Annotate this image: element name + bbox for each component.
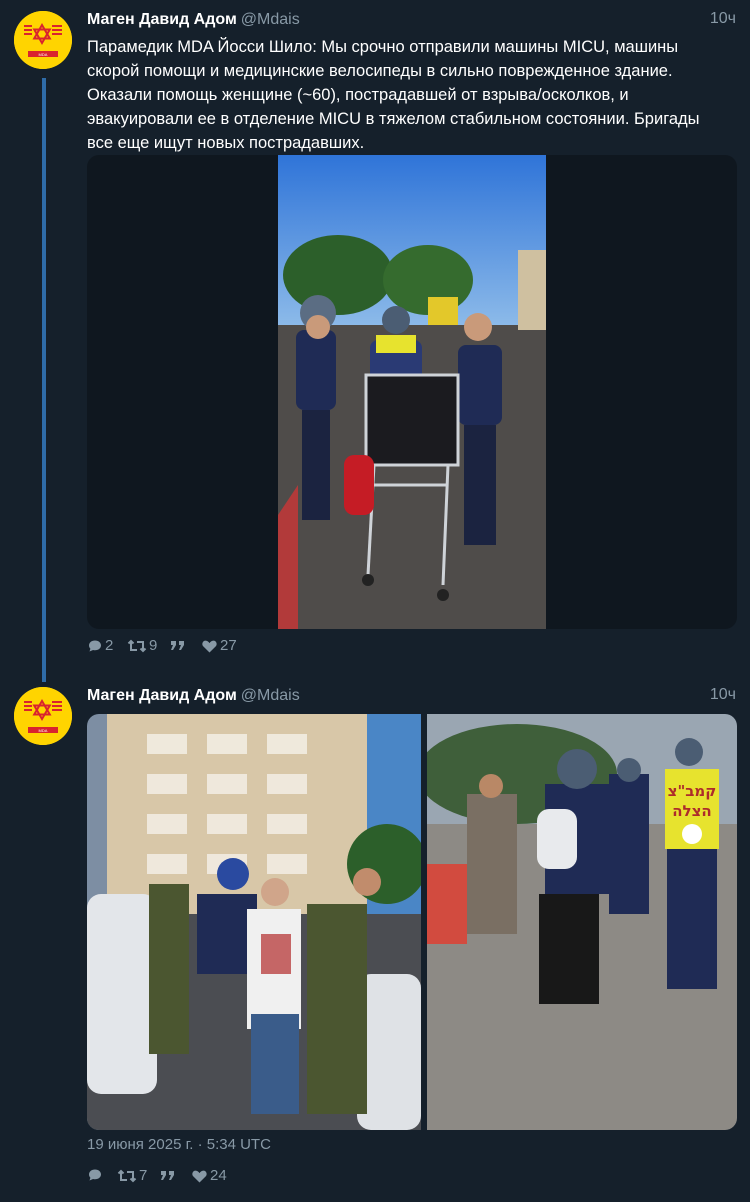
- quote-button[interactable]: [159, 1167, 177, 1183]
- vest-text-1: קמב"צ: [668, 782, 717, 800]
- tweet-media[interactable]: [87, 155, 737, 629]
- tweet-actions: 2 9 27: [87, 637, 727, 659]
- avatar[interactable]: MDA: [14, 687, 72, 745]
- heart-icon: [192, 1170, 207, 1182]
- tweet-text: Парамедик MDA Йосси Шило: Мы срочно отпр…: [87, 38, 700, 152]
- quote-button[interactable]: [169, 637, 187, 653]
- author-name[interactable]: Маген Давид Адом: [87, 687, 237, 704]
- photo-injured-man-building[interactable]: [87, 714, 421, 1130]
- svg-text:MDA: MDA: [39, 728, 48, 733]
- tweet-date[interactable]: 19 июня 2025 г. · 5:34 UTC: [87, 1136, 271, 1153]
- tweet-media[interactable]: קמב"צ הצלה: [87, 714, 737, 1130]
- mda-logo-icon: MDA: [14, 11, 72, 69]
- retweet-icon: [117, 1169, 137, 1182]
- reply-icon: [89, 640, 101, 651]
- heart-icon: [202, 640, 217, 652]
- tweet-time[interactable]: 10ч: [710, 10, 736, 28]
- retweet-count: 7: [139, 1167, 148, 1184]
- tweet-1[interactable]: MDA Маген Давид Адом @Mdais 10ч Парамедик…: [0, 0, 750, 682]
- avatar[interactable]: MDA: [14, 11, 72, 69]
- retweet-count: 9: [149, 637, 158, 654]
- quote-icon: [171, 641, 184, 650]
- retweet-button[interactable]: 9: [127, 637, 157, 654]
- author-handle[interactable]: @Mdais: [241, 11, 300, 28]
- mda-logo-icon: MDA: [14, 687, 72, 745]
- like-count: 24: [210, 1167, 227, 1184]
- tweet-header: Маген Давид Адом @Mdais: [87, 686, 300, 706]
- tweet-header: Маген Давид Адом @Mdais: [87, 10, 300, 30]
- reply-button[interactable]: [87, 1167, 105, 1183]
- vest-text-2: הצלה: [672, 802, 711, 820]
- photo-paramedic-carrying-child[interactable]: קמב"צ הצלה: [427, 714, 737, 1130]
- author-handle[interactable]: @Mdais: [241, 687, 300, 704]
- reply-icon: [89, 1169, 101, 1181]
- like-button[interactable]: 27: [201, 637, 237, 654]
- reply-button[interactable]: 2: [87, 637, 113, 654]
- photo-paramedics-stretcher[interactable]: [278, 155, 546, 629]
- tweet-time[interactable]: 10ч: [710, 686, 736, 704]
- tweet-actions: 7 24: [87, 1167, 727, 1189]
- like-count: 27: [220, 637, 237, 654]
- svg-text:MDA: MDA: [39, 52, 48, 57]
- author-name[interactable]: Маген Давид Адом: [87, 11, 237, 28]
- paramedic-child-image: קמב"צ הצלה: [427, 714, 737, 1130]
- retweet-button[interactable]: 7: [117, 1167, 147, 1184]
- paramedics-stretcher-image: [278, 155, 546, 629]
- tweet-2[interactable]: MDA Маген Давид Адом @Mdais 10ч קמב"צ הצ…: [0, 676, 750, 1202]
- retweet-icon: [127, 639, 147, 652]
- paramedic-right: [458, 313, 502, 545]
- reply-count: 2: [105, 637, 114, 654]
- injured-man-image: [87, 714, 421, 1130]
- quote-icon: [161, 1171, 174, 1180]
- like-button[interactable]: 24: [191, 1167, 227, 1184]
- thread-line: [42, 78, 46, 682]
